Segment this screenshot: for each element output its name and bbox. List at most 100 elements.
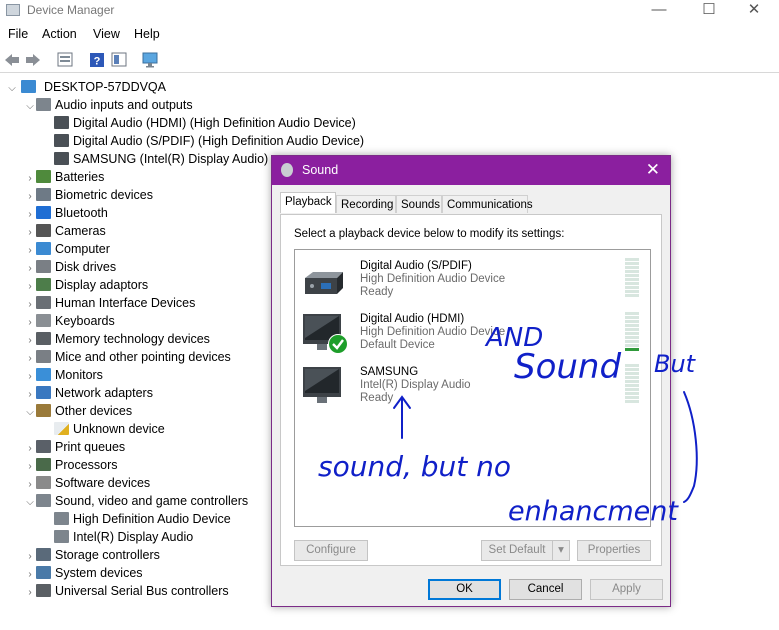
computer-icon [36, 242, 51, 255]
tree-item-label: Other devices [55, 404, 133, 418]
tree-category-item[interactable]: › Biometric devices [24, 186, 153, 204]
sound-dialog-title: Sound [302, 163, 339, 177]
tree-category-item[interactable]: › System devices [24, 564, 143, 582]
playback-panel: Select a playback device below to modify… [280, 214, 662, 566]
cancel-button[interactable]: Cancel [509, 579, 582, 600]
tree-category-item[interactable]: › Computer [24, 240, 110, 258]
tree-category-item[interactable]: › Mice and other pointing devices [24, 348, 231, 366]
show-hidden-icon[interactable] [110, 51, 128, 68]
speaker-icon [36, 98, 51, 111]
monitor-icon [36, 368, 51, 381]
tree-category-item[interactable]: › Bluetooth [24, 204, 108, 222]
tree-item-label: System devices [55, 566, 143, 580]
tree-item-label: Mice and other pointing devices [55, 350, 231, 364]
fingerprint-icon [36, 188, 51, 201]
tab-communications[interactable]: Communications [442, 195, 533, 213]
tree-root-label: DESKTOP-57DDVQA [43, 80, 166, 94]
chevron-down-icon[interactable]: ⌵ [24, 404, 36, 422]
tree-child-item[interactable]: SAMSUNG (Intel(R) Display Audio) [42, 150, 268, 168]
window-title: Device Manager [27, 3, 115, 17]
tree-child-item[interactable]: Intel(R) Display Audio [42, 528, 193, 546]
mouse-icon [36, 350, 51, 363]
menu-action[interactable]: Action [42, 27, 77, 41]
tree-category-item[interactable]: › Disk drives [24, 258, 116, 276]
tree-category-item[interactable]: › Display adaptors [24, 276, 148, 294]
back-icon[interactable] [3, 51, 21, 68]
tree-item-label: High Definition Audio Device [73, 512, 231, 526]
tree-category-item[interactable]: › Print queues [24, 438, 125, 456]
maximize-button[interactable]: ☐ [686, 0, 732, 22]
chevron-down-icon[interactable]: ⌵ [24, 98, 36, 116]
tree-item-label: Digital Audio (HDMI) (High Definition Au… [73, 116, 356, 130]
samsung-monitor-icon [301, 365, 345, 403]
properties-button[interactable]: Properties [577, 540, 651, 561]
tree-item-label: Network adapters [55, 386, 153, 400]
level-meter [625, 312, 639, 352]
default-device-check-icon [328, 334, 348, 354]
audio-device-icon [54, 134, 69, 147]
tree-category-item[interactable]: › Processors [24, 456, 118, 474]
monitor-scan-icon[interactable] [141, 51, 159, 68]
battery-icon [36, 170, 51, 183]
tree-category-item[interactable]: › Software devices [24, 474, 150, 492]
apply-button[interactable]: Apply [590, 579, 663, 600]
spdif-device-icon [301, 264, 345, 298]
device-status: Ready [360, 286, 394, 298]
tab-playback[interactable]: Playback [280, 192, 336, 213]
tree-child-item[interactable]: High Definition Audio Device [42, 510, 231, 528]
sound-dialog-close-button[interactable]: ✕ [646, 160, 660, 180]
close-button[interactable]: ✕ [731, 0, 777, 22]
tree-child-item[interactable]: Digital Audio (HDMI) (High Definition Au… [42, 114, 356, 132]
properties-sheet-icon[interactable] [56, 51, 74, 68]
speaker-icon [54, 512, 69, 525]
tree-item-label: Human Interface Devices [55, 296, 196, 310]
chevron-right-icon[interactable]: › [24, 584, 36, 602]
menu-file[interactable]: File [8, 27, 28, 41]
tree-root[interactable]: ⌵ DESKTOP-57DDVQA [6, 78, 166, 96]
tree-category-item[interactable]: › Network adapters [24, 384, 153, 402]
tree-category-item[interactable]: › Cameras [24, 222, 106, 240]
hid-icon [36, 296, 51, 309]
playback-device-samsung[interactable]: SAMSUNG Intel(R) Display Audio Ready [295, 363, 650, 415]
playback-device-hdmi[interactable]: Digital Audio (HDMI) High Definition Aud… [295, 310, 650, 362]
display-adapter-icon [36, 278, 51, 291]
system-icon [36, 566, 51, 579]
chevron-down-icon[interactable]: ⌵ [24, 494, 36, 512]
tree-category-item[interactable]: › Memory technology devices [24, 330, 210, 348]
tree-item-label: Sound, video and game controllers [55, 494, 249, 508]
memory-icon [36, 332, 51, 345]
tree-category-item[interactable]: › Keyboards [24, 312, 115, 330]
tree-category-item[interactable]: › Universal Serial Bus controllers [24, 582, 229, 600]
tree-item-label: Disk drives [55, 260, 117, 274]
help-icon[interactable]: ? [88, 51, 106, 68]
minimize-button[interactable]: — [636, 0, 682, 22]
set-default-button[interactable]: Set Default [481, 540, 553, 561]
menu-help[interactable]: Help [134, 27, 160, 41]
tree-category-item[interactable]: › Storage controllers [24, 546, 160, 564]
usb-icon [36, 584, 51, 597]
device-name: SAMSUNG [360, 366, 419, 378]
tab-recording[interactable]: Recording [336, 195, 396, 213]
device-status: Default Device [360, 339, 435, 351]
processor-icon [36, 458, 51, 471]
forward-icon[interactable] [24, 51, 42, 68]
tree-category-item[interactable]: ⌵ Audio inputs and outputs [24, 96, 193, 114]
tree-category-item[interactable]: ⌵ Other devices [24, 402, 132, 420]
tab-sounds[interactable]: Sounds [396, 195, 442, 213]
playback-device-spdif[interactable]: Digital Audio (S/PDIF) High Definition A… [295, 256, 650, 308]
chevron-down-icon[interactable]: ⌵ [6, 80, 18, 98]
tree-category-item[interactable]: › Batteries [24, 168, 104, 186]
tree-category-item[interactable]: › Monitors [24, 366, 103, 384]
device-name: Digital Audio (HDMI) [360, 313, 465, 325]
menu-view[interactable]: View [93, 27, 120, 41]
warning-icon [54, 422, 69, 435]
set-default-dropdown[interactable]: ▾ [552, 540, 570, 561]
tree-category-item[interactable]: › Human Interface Devices [24, 294, 195, 312]
tree-item-label: Software devices [55, 476, 151, 490]
ok-button[interactable]: OK [428, 579, 501, 600]
tree-item-label: Storage controllers [55, 548, 160, 562]
configure-button[interactable]: Configure [294, 540, 368, 561]
tree-child-item[interactable]: Digital Audio (S/PDIF) (High Definition … [42, 132, 364, 150]
tree-category-item[interactable]: ⌵ Sound, video and game controllers [24, 492, 248, 510]
tree-child-item[interactable]: Unknown device [42, 420, 165, 438]
